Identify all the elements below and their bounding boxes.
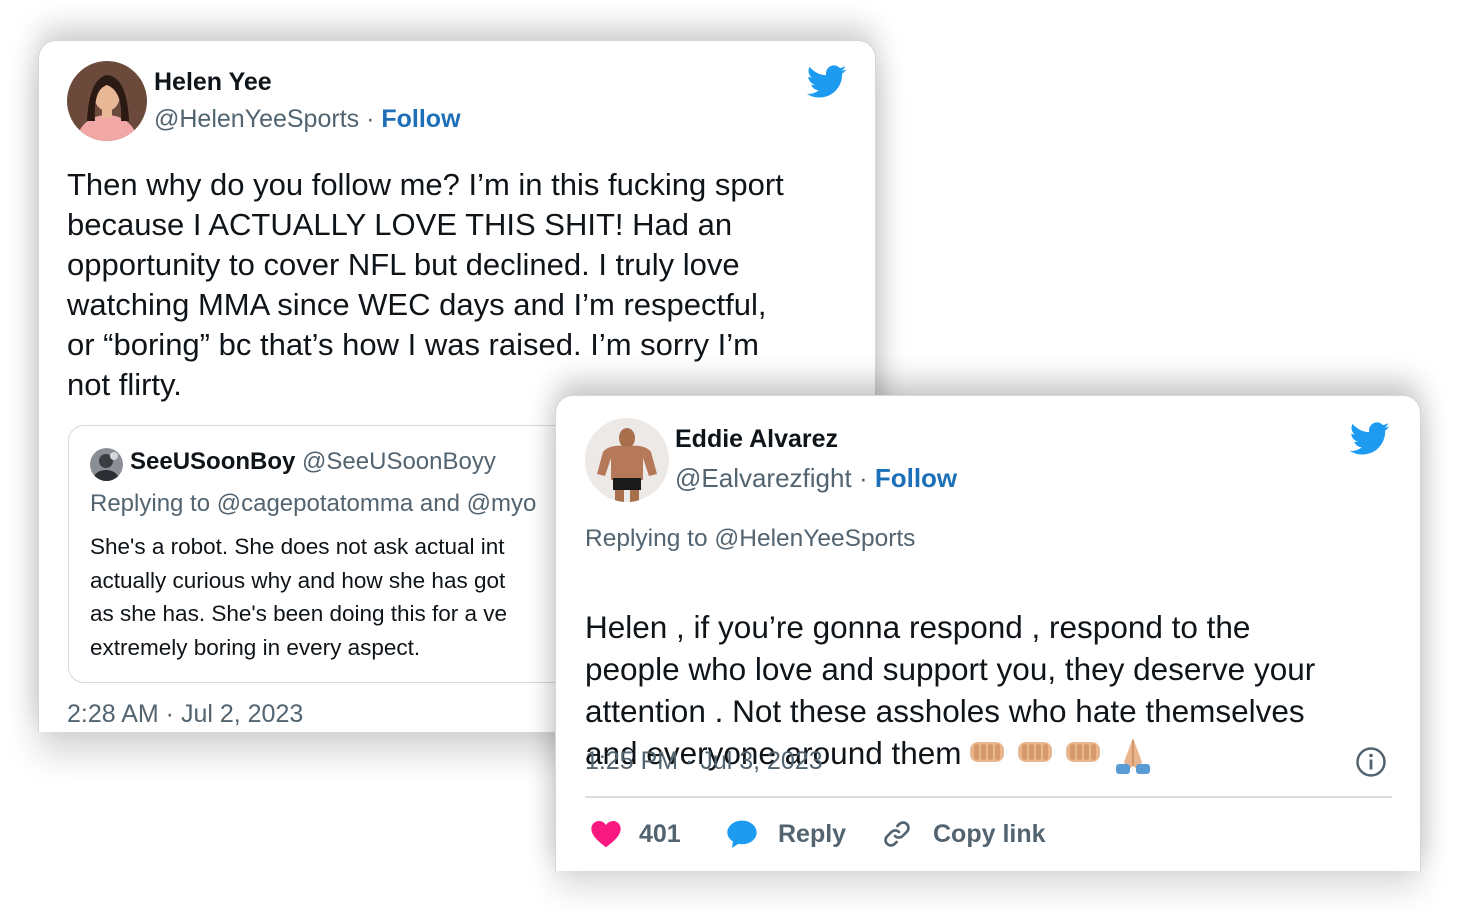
avatar[interactable] [585, 418, 669, 502]
avatar-image [67, 61, 147, 141]
avatar[interactable] [67, 61, 147, 141]
separator-dot: · [366, 105, 375, 133]
follow-button[interactable]: Follow [381, 105, 460, 133]
quoted-avatar-image [90, 448, 123, 481]
screenshot-stage: Helen Yee @HelenYeeSports · Follow Then … [0, 0, 1460, 913]
author-handle-line: @HelenYeeSports · Follow [154, 105, 461, 134]
fist-emoji [1017, 741, 1052, 762]
author-handle-line: @Ealvarezfight · Follow [675, 463, 957, 494]
twitter-bird-icon[interactable] [1350, 422, 1390, 456]
heart-icon [591, 821, 621, 848]
reply-label: Reply [778, 819, 847, 848]
quoted-tweet[interactable]: SeeUSoonBoy @SeeUSoonBoyy Replying to @c… [68, 425, 628, 683]
quoted-avatar[interactable] [90, 448, 123, 481]
fist-emoji [969, 741, 1004, 762]
author-handle[interactable]: @HelenYeeSports [154, 105, 359, 133]
tweet-text: Then why do you follow me? I’m in this f… [67, 167, 784, 402]
twitter-bird-icon[interactable] [807, 65, 847, 99]
emoji-row [968, 736, 1154, 776]
fist-emoji [1065, 741, 1100, 762]
quoted-tweet-text: She's a robot. She does not ask actual i… [90, 534, 508, 660]
follow-button[interactable]: Follow [875, 463, 957, 493]
tweet-card-eddie-alvarez: Eddie Alvarez @Ealvarezfight · Follow Re… [555, 395, 1421, 871]
copy-link-button[interactable]: Copy link [881, 814, 1046, 854]
reply-button[interactable]: Reply [726, 814, 846, 854]
quoted-author-handle[interactable]: @SeeUSoonBoyy [302, 448, 496, 475]
actions-divider [585, 796, 1392, 798]
likes-count: 401 [639, 819, 681, 848]
quoted-replying-to: Replying to @cagepotatomma and @myo [90, 490, 537, 517]
tweet-text-block: Helen , if you’re gonna respond , respon… [585, 564, 1415, 776]
reply-bubble-icon [727, 820, 757, 848]
quoted-author-line: SeeUSoonBoy @SeeUSoonBoyy [130, 448, 496, 476]
avatar-image [585, 418, 669, 502]
replying-to: Replying to @HelenYeeSports [585, 525, 916, 552]
author-name[interactable]: Eddie Alvarez [675, 425, 838, 454]
info-icon[interactable] [1355, 746, 1387, 778]
author-handle[interactable]: @Ealvarezfight [675, 463, 852, 493]
like-button[interactable]: 401 [590, 814, 681, 854]
author-name[interactable]: Helen Yee [154, 68, 272, 97]
tweet-timestamp[interactable]: 2:28 AM · Jul 2, 2023 [67, 700, 303, 729]
tweet-timestamp[interactable]: 1:25 PM · Jul 3, 2023 [585, 747, 823, 776]
folded-hands-emoji [1115, 737, 1150, 774]
quoted-author-name[interactable]: SeeUSoonBoy [130, 448, 295, 475]
copy-link-label: Copy link [933, 819, 1046, 848]
link-icon [884, 821, 910, 847]
separator-dot: · [858, 463, 868, 493]
